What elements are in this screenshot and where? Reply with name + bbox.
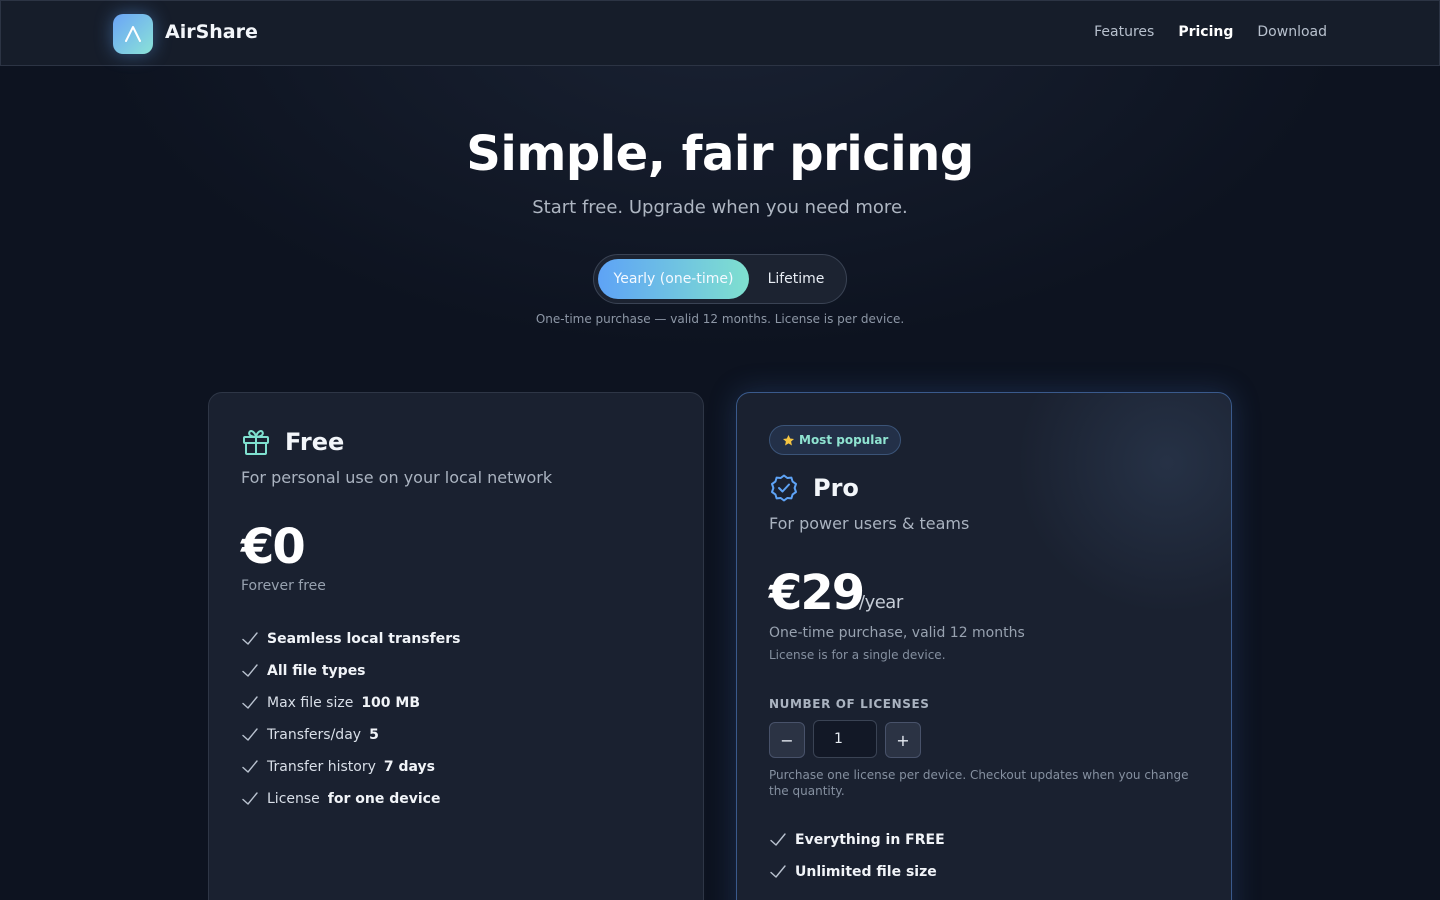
- check-icon: [242, 632, 258, 645]
- nav-link-pricing[interactable]: Pricing: [1178, 24, 1233, 40]
- feature-label: Everything in FREE: [795, 832, 945, 848]
- license-increment-button[interactable]: +: [885, 722, 921, 758]
- check-icon: [770, 865, 786, 878]
- plan-price-pro: €29: [769, 565, 865, 621]
- billing-toggle: Yearly (one-time) Lifetime: [593, 254, 847, 304]
- check-icon: [770, 833, 786, 846]
- plan-name-free: Free: [285, 428, 345, 456]
- plan-card-pro: Most popular Pro For power users & teams…: [736, 392, 1232, 900]
- feature-value: 100 MB: [361, 695, 421, 711]
- plan-price-note-free: Forever free: [241, 578, 326, 594]
- page-subtitle: Start free. Upgrade when you need more.: [532, 197, 908, 218]
- feature-item: All file types: [241, 655, 468, 687]
- feature-item: Transfer history 7 days: [241, 751, 468, 783]
- brand-name[interactable]: AirShare: [165, 21, 258, 43]
- feature-label: Transfers/day: [267, 727, 362, 743]
- plan-card-free: Free For personal use on your local netw…: [208, 392, 704, 900]
- logo[interactable]: [113, 14, 153, 54]
- license-quantity-input[interactable]: [813, 720, 877, 758]
- nav-link-download[interactable]: Download: [1257, 24, 1327, 40]
- license-help-text: Purchase one license per device. Checkou…: [769, 768, 1189, 798]
- feature-value: 7 days: [383, 759, 436, 775]
- gift-icon: [243, 430, 269, 455]
- feature-label: Max file size: [267, 695, 354, 711]
- feature-item: License for one device: [241, 783, 468, 815]
- feature-value: for one device: [327, 791, 441, 807]
- nav-links: Features Pricing Download: [1094, 24, 1327, 40]
- star-icon: [782, 434, 795, 445]
- billing-note: One-time purchase — valid 12 months. Lic…: [535, 312, 905, 326]
- feature-item: Transfers/day 5: [241, 719, 468, 751]
- billing-option-yearly[interactable]: Yearly (one-time): [598, 259, 749, 299]
- feature-item: Max file size 100 MB: [241, 687, 468, 719]
- triangle-peak-icon: [125, 26, 141, 42]
- plan-price-free: €0: [241, 519, 306, 575]
- check-icon: [242, 792, 258, 805]
- plan-header-free: Free: [241, 427, 344, 457]
- feature-list-free: Seamless local transfers All file types …: [241, 623, 468, 815]
- plan-name-pro: Pro: [813, 474, 859, 502]
- top-nav: AirShare Features Pricing Download: [0, 0, 1440, 66]
- license-count-label: NUMBER OF LICENSES: [769, 697, 930, 711]
- check-icon: [242, 664, 258, 677]
- feature-item: Seamless local transfers: [241, 623, 468, 655]
- license-decrement-button[interactable]: −: [769, 722, 805, 758]
- badge-check-icon: [771, 474, 797, 502]
- feature-label: License: [267, 791, 320, 807]
- feature-value: 5: [369, 727, 379, 743]
- check-icon: [242, 696, 258, 709]
- nav-link-features[interactable]: Features: [1094, 24, 1154, 40]
- check-icon: [242, 760, 258, 773]
- plan-price-unit-pro: /year: [859, 592, 903, 613]
- plan-price-note-pro: One-time purchase, valid 12 months: [769, 625, 1025, 641]
- feature-list-pro: Everything in FREE Unlimited file size: [769, 824, 953, 888]
- plan-description-pro: For power users & teams: [769, 514, 970, 533]
- feature-label: Unlimited file size: [795, 864, 937, 880]
- feature-label: Seamless local transfers: [267, 631, 461, 647]
- check-icon: [242, 728, 258, 741]
- feature-label: Transfer history: [267, 759, 376, 775]
- plan-description-free: For personal use on your local network: [241, 468, 553, 487]
- plan-header-pro: Pro: [769, 473, 859, 503]
- feature-item: Everything in FREE: [769, 824, 953, 856]
- page-title: Simple, fair pricing: [466, 126, 974, 182]
- feature-label: All file types: [267, 663, 366, 679]
- badge-label: Most popular: [799, 433, 889, 447]
- feature-item: Unlimited file size: [769, 856, 953, 888]
- billing-option-lifetime[interactable]: Lifetime: [754, 259, 838, 299]
- most-popular-badge: Most popular: [769, 425, 902, 455]
- plan-license-note-pro: License is for a single device.: [769, 648, 946, 662]
